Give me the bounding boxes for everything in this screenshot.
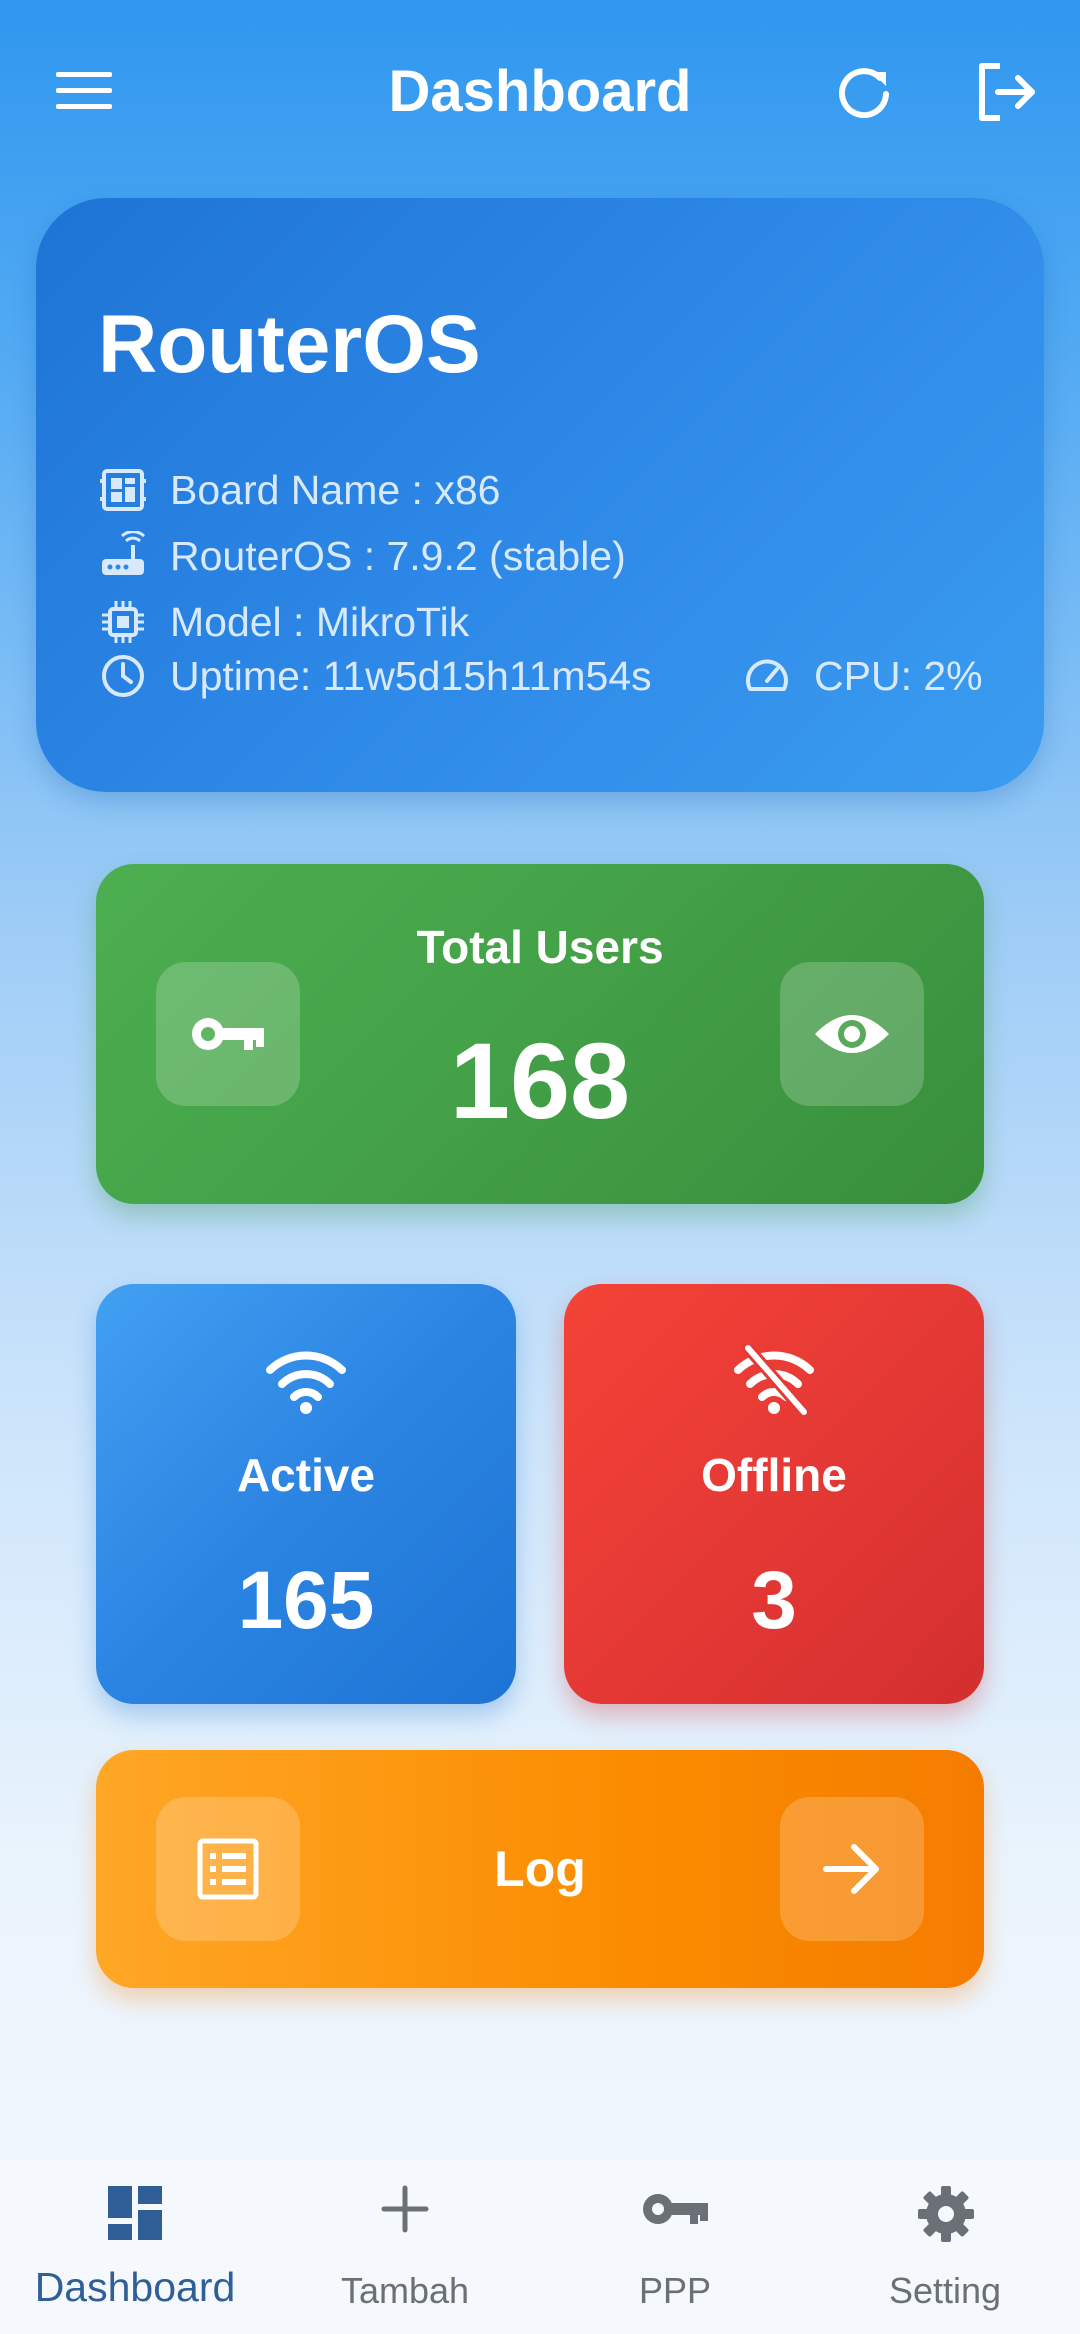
router-info-card: RouterOS Board Name : x86 RouterOS : 7.9… — [36, 198, 1044, 792]
eye-tile[interactable] — [780, 962, 924, 1106]
chip-icon — [102, 601, 144, 643]
bottom-navigation: Dashboard Tambah PPP Setting — [0, 2160, 1080, 2334]
nav-setting[interactable]: Setting — [810, 2160, 1080, 2334]
router-title: RouterOS — [98, 299, 481, 390]
board-name-text: Board Name : x86 — [170, 466, 501, 513]
total-users-card[interactable]: Total Users 168 — [96, 864, 984, 1204]
page-title: Dashboard — [388, 59, 692, 124]
offline-value: 3 — [751, 1555, 797, 1646]
plus-icon — [381, 2185, 429, 2233]
version-text: RouterOS : 7.9.2 (stable) — [170, 532, 626, 579]
active-label: Active — [236, 1449, 376, 1501]
speedometer-icon — [746, 659, 788, 691]
offline-label: Offline — [701, 1449, 847, 1501]
logout-icon[interactable] — [970, 56, 1042, 128]
clock-icon — [102, 655, 144, 697]
nav-label-tambah: Tambah — [340, 2270, 470, 2311]
gear-icon — [918, 2186, 974, 2242]
nav-tambah[interactable]: Tambah — [270, 2160, 540, 2334]
nav-ppp[interactable]: PPP — [540, 2160, 810, 2334]
nav-label-setting: Setting — [888, 2270, 1002, 2311]
model-row: Model : MikroTik — [98, 594, 469, 650]
offline-users-card[interactable]: Offline 3 — [564, 1284, 984, 1704]
cpu-row: CPU: 2% — [742, 648, 983, 704]
dashboard-icon — [108, 2186, 162, 2240]
wifi-off-icon — [734, 1344, 814, 1416]
nav-label-ppp: PPP — [638, 2270, 712, 2311]
board-name-row: Board Name : x86 — [98, 462, 500, 518]
uptime-text: Uptime: 11w5d15h11m54s — [170, 652, 652, 699]
arrow-right-icon — [823, 1844, 879, 1894]
wifi-icon — [266, 1351, 346, 1414]
log-arrow-tile[interactable] — [780, 1797, 924, 1941]
app-bar: Dashboard — [0, 0, 1080, 180]
board-icon — [100, 469, 146, 511]
cpu-text: CPU: 2% — [814, 652, 983, 699]
active-value: 165 — [237, 1555, 375, 1646]
key-icon — [643, 2194, 708, 2224]
refresh-icon[interactable] — [830, 58, 898, 126]
uptime-row: Uptime: 11w5d15h11m54s — [98, 648, 652, 704]
nav-dashboard[interactable]: Dashboard — [0, 2160, 270, 2334]
eye-icon — [815, 1015, 889, 1053]
version-row: RouterOS : 7.9.2 (stable) — [98, 528, 626, 584]
router-icon — [102, 531, 146, 575]
active-users-card[interactable]: Active 165 — [96, 1284, 516, 1704]
log-card[interactable]: Log — [96, 1750, 984, 1988]
nav-label-dashboard: Dashboard — [34, 2264, 236, 2310]
model-text: Model : MikroTik — [170, 598, 470, 645]
